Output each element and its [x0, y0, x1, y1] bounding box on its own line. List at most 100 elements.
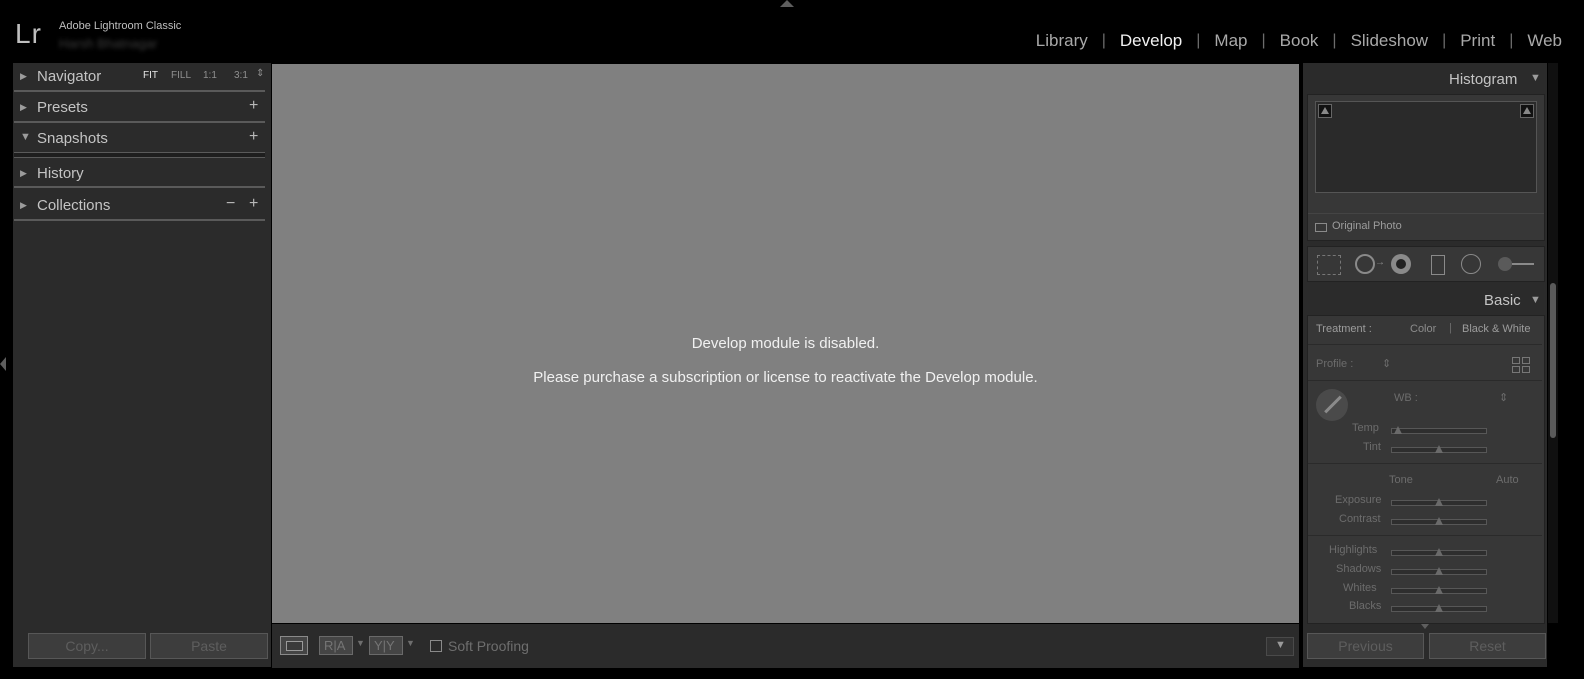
previous-button[interactable]: Previous [1307, 633, 1424, 659]
wb-stepper-icon[interactable]: ⇕ [1499, 391, 1508, 404]
add-preset-icon[interactable]: + [249, 97, 258, 115]
profile-browser-icon[interactable] [1512, 357, 1530, 373]
original-photo-label: Original Photo [1332, 220, 1402, 232]
swap-label: Y|Y [374, 638, 395, 653]
blacks-slider[interactable] [1391, 604, 1487, 612]
brush-slider-icon [1512, 263, 1534, 265]
presets-label: Presets [37, 99, 88, 116]
contrast-slider[interactable] [1391, 517, 1487, 525]
exposure-slider-knob[interactable] [1435, 498, 1443, 506]
original-photo-checkbox[interactable] [1315, 223, 1327, 232]
tint-slider[interactable] [1391, 445, 1487, 453]
chevron-down-icon: ▼ [1275, 639, 1286, 651]
disabled-message-body: Please purchase a subscription or licens… [533, 369, 1038, 386]
swap-before-after-icon[interactable]: Y|Y [369, 636, 403, 655]
paste-button[interactable]: Paste [150, 633, 268, 659]
image-canvas[interactable]: Develop module is disabled. Please purch… [272, 64, 1299, 623]
divider [1308, 213, 1544, 214]
zoom-stepper-icon[interactable]: ⇕ [256, 68, 264, 79]
crop-overlay-icon[interactable] [1317, 255, 1341, 275]
divider [1308, 380, 1542, 381]
module-book[interactable]: Book [1280, 31, 1319, 51]
module-slideshow[interactable]: Slideshow [1351, 31, 1429, 51]
module-separator: | [1261, 32, 1266, 49]
shadows-slider[interactable] [1391, 567, 1487, 575]
profile-label: Profile : [1316, 358, 1354, 370]
contrast-slider-knob[interactable] [1435, 517, 1443, 525]
shadows-label: Shadows [1336, 563, 1382, 575]
treatment-color-option[interactable]: Color [1410, 323, 1436, 335]
tool-strip: → [1307, 246, 1545, 282]
white-balance-eyedropper-icon[interactable] [1316, 389, 1348, 421]
histogram-header[interactable]: Histogram [1449, 71, 1517, 88]
basic-header[interactable]: Basic [1484, 292, 1521, 309]
temp-label: Temp [1352, 422, 1379, 434]
collapse-triangle-icon[interactable]: ▼ [1530, 294, 1541, 306]
spot-removal-icon[interactable] [1355, 254, 1375, 274]
blacks-slider-knob[interactable] [1435, 604, 1443, 612]
module-web[interactable]: Web [1527, 31, 1562, 51]
shadow-clipping-icon[interactable] [1318, 104, 1332, 118]
soft-proofing-checkbox[interactable] [430, 640, 442, 652]
module-separator: | [1442, 32, 1447, 49]
module-develop[interactable]: Develop [1120, 31, 1182, 51]
zoom-3-1[interactable]: 3:1 [234, 70, 248, 81]
highlights-slider-knob[interactable] [1435, 548, 1443, 556]
lightroom-logo: Lr [15, 18, 42, 49]
dropdown-arrow-icon[interactable]: ▼ [356, 638, 365, 648]
collapse-triangle-icon[interactable]: ▼ [1530, 72, 1541, 84]
toolbar-options-button[interactable]: ▼ [1266, 637, 1294, 656]
treatment-bw-option[interactable]: Black & White [1462, 323, 1530, 335]
before-after-icon[interactable]: R|A [319, 636, 353, 655]
whites-slider-knob[interactable] [1435, 586, 1443, 594]
add-collection-icon[interactable]: + [249, 195, 258, 213]
tint-slider-knob[interactable] [1435, 445, 1443, 453]
reset-button[interactable]: Reset [1429, 633, 1546, 659]
soft-proofing-label: Soft Proofing [448, 638, 529, 654]
more-panels-arrow-icon[interactable] [1421, 624, 1429, 629]
highlights-slider[interactable] [1391, 548, 1487, 556]
collections-section-header[interactable]: ▶ Collections − + [14, 191, 266, 221]
temp-slider-knob[interactable] [1394, 426, 1402, 434]
adjustment-brush-icon[interactable] [1498, 257, 1512, 271]
module-print[interactable]: Print [1460, 31, 1495, 51]
profile-stepper-icon[interactable]: ⇕ [1382, 357, 1391, 370]
divider [1308, 344, 1542, 345]
tint-label: Tint [1363, 441, 1381, 453]
contrast-label: Contrast [1339, 513, 1381, 525]
add-snapshot-icon[interactable]: + [249, 128, 258, 146]
temp-slider[interactable] [1391, 426, 1487, 434]
module-map[interactable]: Map [1214, 31, 1247, 51]
remove-collection-icon[interactable]: − [226, 195, 235, 213]
module-separator: | [1332, 32, 1337, 49]
top-panel-toggle-icon[interactable] [780, 0, 794, 7]
history-section-header[interactable]: ▶ History [14, 159, 266, 189]
loupe-view-icon[interactable] [280, 636, 308, 655]
graduated-filter-icon[interactable] [1431, 255, 1445, 275]
red-eye-icon[interactable] [1391, 254, 1411, 274]
highlight-clipping-icon[interactable] [1520, 104, 1534, 118]
divider [1308, 535, 1542, 536]
exposure-slider[interactable] [1391, 498, 1487, 506]
histogram-graph [1315, 101, 1537, 193]
scrollbar-thumb[interactable] [1550, 283, 1556, 438]
zoom-1-1[interactable]: 1:1 [203, 70, 217, 81]
histogram-panel: Original Photo [1307, 94, 1545, 241]
radial-filter-icon[interactable] [1461, 254, 1481, 274]
dropdown-arrow-icon[interactable]: ▼ [406, 638, 415, 648]
auto-tone-button[interactable]: Auto [1496, 474, 1519, 486]
zoom-fill[interactable]: FILL [171, 70, 191, 81]
module-library[interactable]: Library [1036, 31, 1088, 51]
shadows-slider-knob[interactable] [1435, 567, 1443, 575]
highlights-label: Highlights [1329, 544, 1378, 556]
copy-button[interactable]: Copy... [28, 633, 146, 659]
before-after-label: R|A [324, 638, 346, 653]
history-label: History [37, 165, 84, 182]
presets-section-header[interactable]: ▶ Presets + [14, 93, 266, 123]
left-panel-toggle-icon[interactable] [0, 357, 6, 371]
snapshots-section-header[interactable]: ▼ Snapshots + [14, 124, 266, 154]
whites-slider[interactable] [1391, 586, 1487, 594]
module-picker: Library | Develop | Map | Book | Slidesh… [1036, 31, 1562, 51]
zoom-fit[interactable]: FIT [143, 70, 158, 81]
navigator-section-header[interactable]: ▶ Navigator FIT FILL 1:1 3:1 ⇕ [14, 62, 266, 92]
